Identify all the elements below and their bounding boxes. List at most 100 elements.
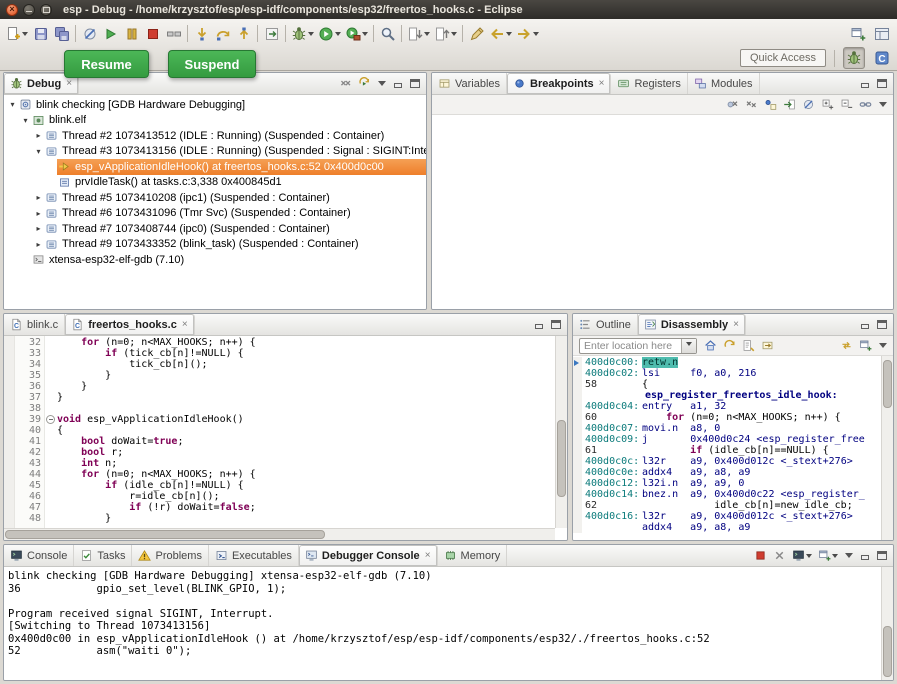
- debug-tree-item[interactable]: ▸Thread #9 1073433352 (blink_task) (Susp…: [4, 237, 426, 253]
- editor-line[interactable]: 35 }: [4, 370, 555, 381]
- restart-button[interactable]: [358, 77, 371, 90]
- editor-line[interactable]: 43 int n;: [4, 458, 555, 469]
- resume-button[interactable]: [100, 23, 121, 45]
- scrollbar-thumb[interactable]: [5, 530, 325, 539]
- debug-tree-item[interactable]: esp_vApplicationIdleHook() at freertos_h…: [4, 159, 426, 175]
- dropdown-arrow-icon[interactable]: [832, 554, 838, 561]
- dropdown-arrow-icon[interactable]: [22, 32, 28, 39]
- back-button[interactable]: [487, 23, 514, 45]
- disassembly-row[interactable]: 400d0c07:movi.n a8, 0: [573, 423, 881, 434]
- suspend-button[interactable]: [121, 23, 142, 45]
- maximize-icon[interactable]: [551, 320, 561, 329]
- debug-tree-item[interactable]: ▾Thread #3 1073413156 (IDLE : Running) (…: [4, 144, 426, 160]
- debug-tree-item[interactable]: ▸Thread #5 1073410208 (ipc1) (Suspended …: [4, 190, 426, 206]
- expander-icon[interactable]: ▸: [33, 131, 44, 140]
- go-to-file-for-breakpoint-button[interactable]: [783, 98, 796, 111]
- editor-line[interactable]: 36 }: [4, 381, 555, 392]
- view-menu-icon[interactable]: [845, 553, 853, 562]
- scrollbar-thumb[interactable]: [883, 360, 892, 408]
- display-selected-console-button[interactable]: [792, 549, 812, 562]
- editor-line[interactable]: 47 if (!r) doWait=false;: [4, 502, 555, 513]
- window-minimize-button[interactable]: [23, 4, 35, 16]
- maximize-icon[interactable]: [877, 79, 887, 88]
- tab-outline[interactable]: Outline: [573, 314, 638, 335]
- location-combo[interactable]: Enter location here: [579, 338, 697, 354]
- disassembly-row[interactable]: 400d0c0e:addx4 a9, a8, a9: [573, 467, 881, 478]
- debug-tree-item[interactable]: xtensa-esp32-elf-gdb (7.10): [4, 252, 426, 268]
- step-return-button[interactable]: [233, 23, 254, 45]
- tab-memory[interactable]: Memory: [438, 545, 508, 566]
- remove-all-terminated-button[interactable]: [339, 77, 352, 90]
- editor-vertical-scrollbar[interactable]: [555, 336, 567, 528]
- dropdown-arrow-icon[interactable]: [533, 32, 539, 39]
- disassembly-row[interactable]: 400d0c12:l32i.n a9, a9, 0: [573, 478, 881, 489]
- instruction-stepping-button[interactable]: [261, 23, 282, 45]
- editor-line[interactable]: 41 bool doWait=true;: [4, 436, 555, 447]
- editor-line[interactable]: 42 bool r;: [4, 447, 555, 458]
- disassembly-row[interactable]: 400d0c00:retw.n: [573, 357, 881, 368]
- tab-tasks[interactable]: Tasks: [74, 545, 132, 566]
- dropdown-arrow-icon[interactable]: [506, 32, 512, 39]
- debug-button[interactable]: [289, 23, 316, 45]
- debug-tree-item[interactable]: ▾blink.elf: [4, 113, 426, 129]
- skip-all-breakpoints-button[interactable]: [79, 23, 100, 45]
- c-cpp-perspective-button[interactable]: C: [871, 47, 892, 69]
- debug-tree-item[interactable]: ▸Thread #2 1073413512 (IDLE : Running) (…: [4, 128, 426, 144]
- window-close-button[interactable]: ×: [6, 4, 18, 16]
- run-button[interactable]: [316, 23, 343, 45]
- debug-tree-item[interactable]: ▸Thread #6 1073431096 (Tmr Svc) (Suspend…: [4, 206, 426, 222]
- dropdown-arrow-icon[interactable]: [806, 554, 812, 561]
- scrollbar-thumb[interactable]: [883, 626, 892, 677]
- editor-line[interactable]: 34 tick_cb[n]();: [4, 359, 555, 370]
- tab-modules[interactable]: Modules: [688, 73, 760, 94]
- disassembly-row[interactable]: 400d0c0c:l32r a9, 0x400d012c <_stext+276…: [573, 456, 881, 467]
- next-annotation-button[interactable]: [405, 23, 432, 45]
- debug-perspective-button[interactable]: [843, 47, 865, 69]
- console-vertical-scrollbar[interactable]: [881, 567, 893, 680]
- debug-tree-item[interactable]: ▸Thread #7 1073408744 (ipc0) (Suspended …: [4, 221, 426, 237]
- editor-line[interactable]: 44 for (n=0; n<MAX_HOOKS; n++) {: [4, 469, 555, 480]
- search-button[interactable]: [377, 23, 398, 45]
- debug-tree-item[interactable]: prvIdleTask() at tasks.c:3,338 0x400845d…: [4, 175, 426, 191]
- close-tab-icon[interactable]: ×: [66, 78, 72, 89]
- close-tab-icon[interactable]: ×: [599, 78, 605, 89]
- editor-line[interactable]: 45 if (idle_cb[n]!=NULL) {: [4, 480, 555, 491]
- editor-horizontal-scrollbar[interactable]: [4, 528, 555, 540]
- dropdown-arrow-icon[interactable]: [424, 32, 430, 39]
- maximize-icon[interactable]: [877, 320, 887, 329]
- expander-icon[interactable]: ▸: [33, 209, 44, 218]
- tab-problems[interactable]: Problems: [132, 545, 208, 566]
- dropdown-arrow-icon[interactable]: [335, 32, 341, 39]
- expander-icon[interactable]: ▸: [33, 240, 44, 249]
- expander-icon[interactable]: ▸: [33, 224, 44, 233]
- open-console-button[interactable]: [818, 549, 838, 562]
- disassembly-row[interactable]: addx4 a9, a8, a9: [573, 522, 881, 533]
- tab-debugger-console[interactable]: Debugger Console×: [299, 545, 438, 566]
- last-edit-location-button[interactable]: [466, 23, 487, 45]
- close-tab-icon[interactable]: ×: [425, 550, 431, 561]
- tab-freertos-hooks-c[interactable]: Cfreertos_hooks.c×: [65, 314, 195, 335]
- remove-selected-breakpoints-button[interactable]: [726, 98, 739, 111]
- dropdown-arrow-icon[interactable]: [308, 32, 314, 39]
- editor-line[interactable]: 39void esp_vApplicationIdleHook(): [4, 414, 555, 425]
- navigate-to-pc-button[interactable]: [704, 339, 717, 352]
- disassembly-vertical-scrollbar[interactable]: [881, 356, 893, 540]
- tab-console[interactable]: Console: [4, 545, 74, 566]
- maximize-icon[interactable]: [410, 79, 420, 88]
- disassembly-listing[interactable]: 400d0c00:retw.n 400d0c02:lsi f0, a0, 216…: [573, 357, 881, 540]
- view-menu-icon[interactable]: [879, 343, 887, 352]
- open-new-view-button[interactable]: [859, 339, 872, 352]
- link-with-debug-view-button[interactable]: [859, 98, 872, 111]
- remove-all-breakpoints-button[interactable]: [745, 98, 758, 111]
- terminate-button[interactable]: [142, 23, 163, 45]
- tab-registers[interactable]: Registers: [611, 73, 687, 94]
- tab-executables[interactable]: Executables: [209, 545, 299, 566]
- disassembly-row[interactable]: 400d0c16:l32r a9, 0x400d012c <_stext+276…: [573, 511, 881, 522]
- save-all-button[interactable]: [51, 23, 72, 45]
- expander-icon[interactable]: ▾: [20, 116, 31, 125]
- terminate-button[interactable]: [754, 549, 767, 562]
- tab-breakpoints[interactable]: Breakpoints×: [507, 73, 611, 94]
- fold-collapse-icon[interactable]: [46, 415, 55, 424]
- disassembly-row[interactable]: 61 if (idle_cb[n]==NULL) {: [573, 445, 881, 456]
- collapse-all-button[interactable]: [840, 98, 853, 111]
